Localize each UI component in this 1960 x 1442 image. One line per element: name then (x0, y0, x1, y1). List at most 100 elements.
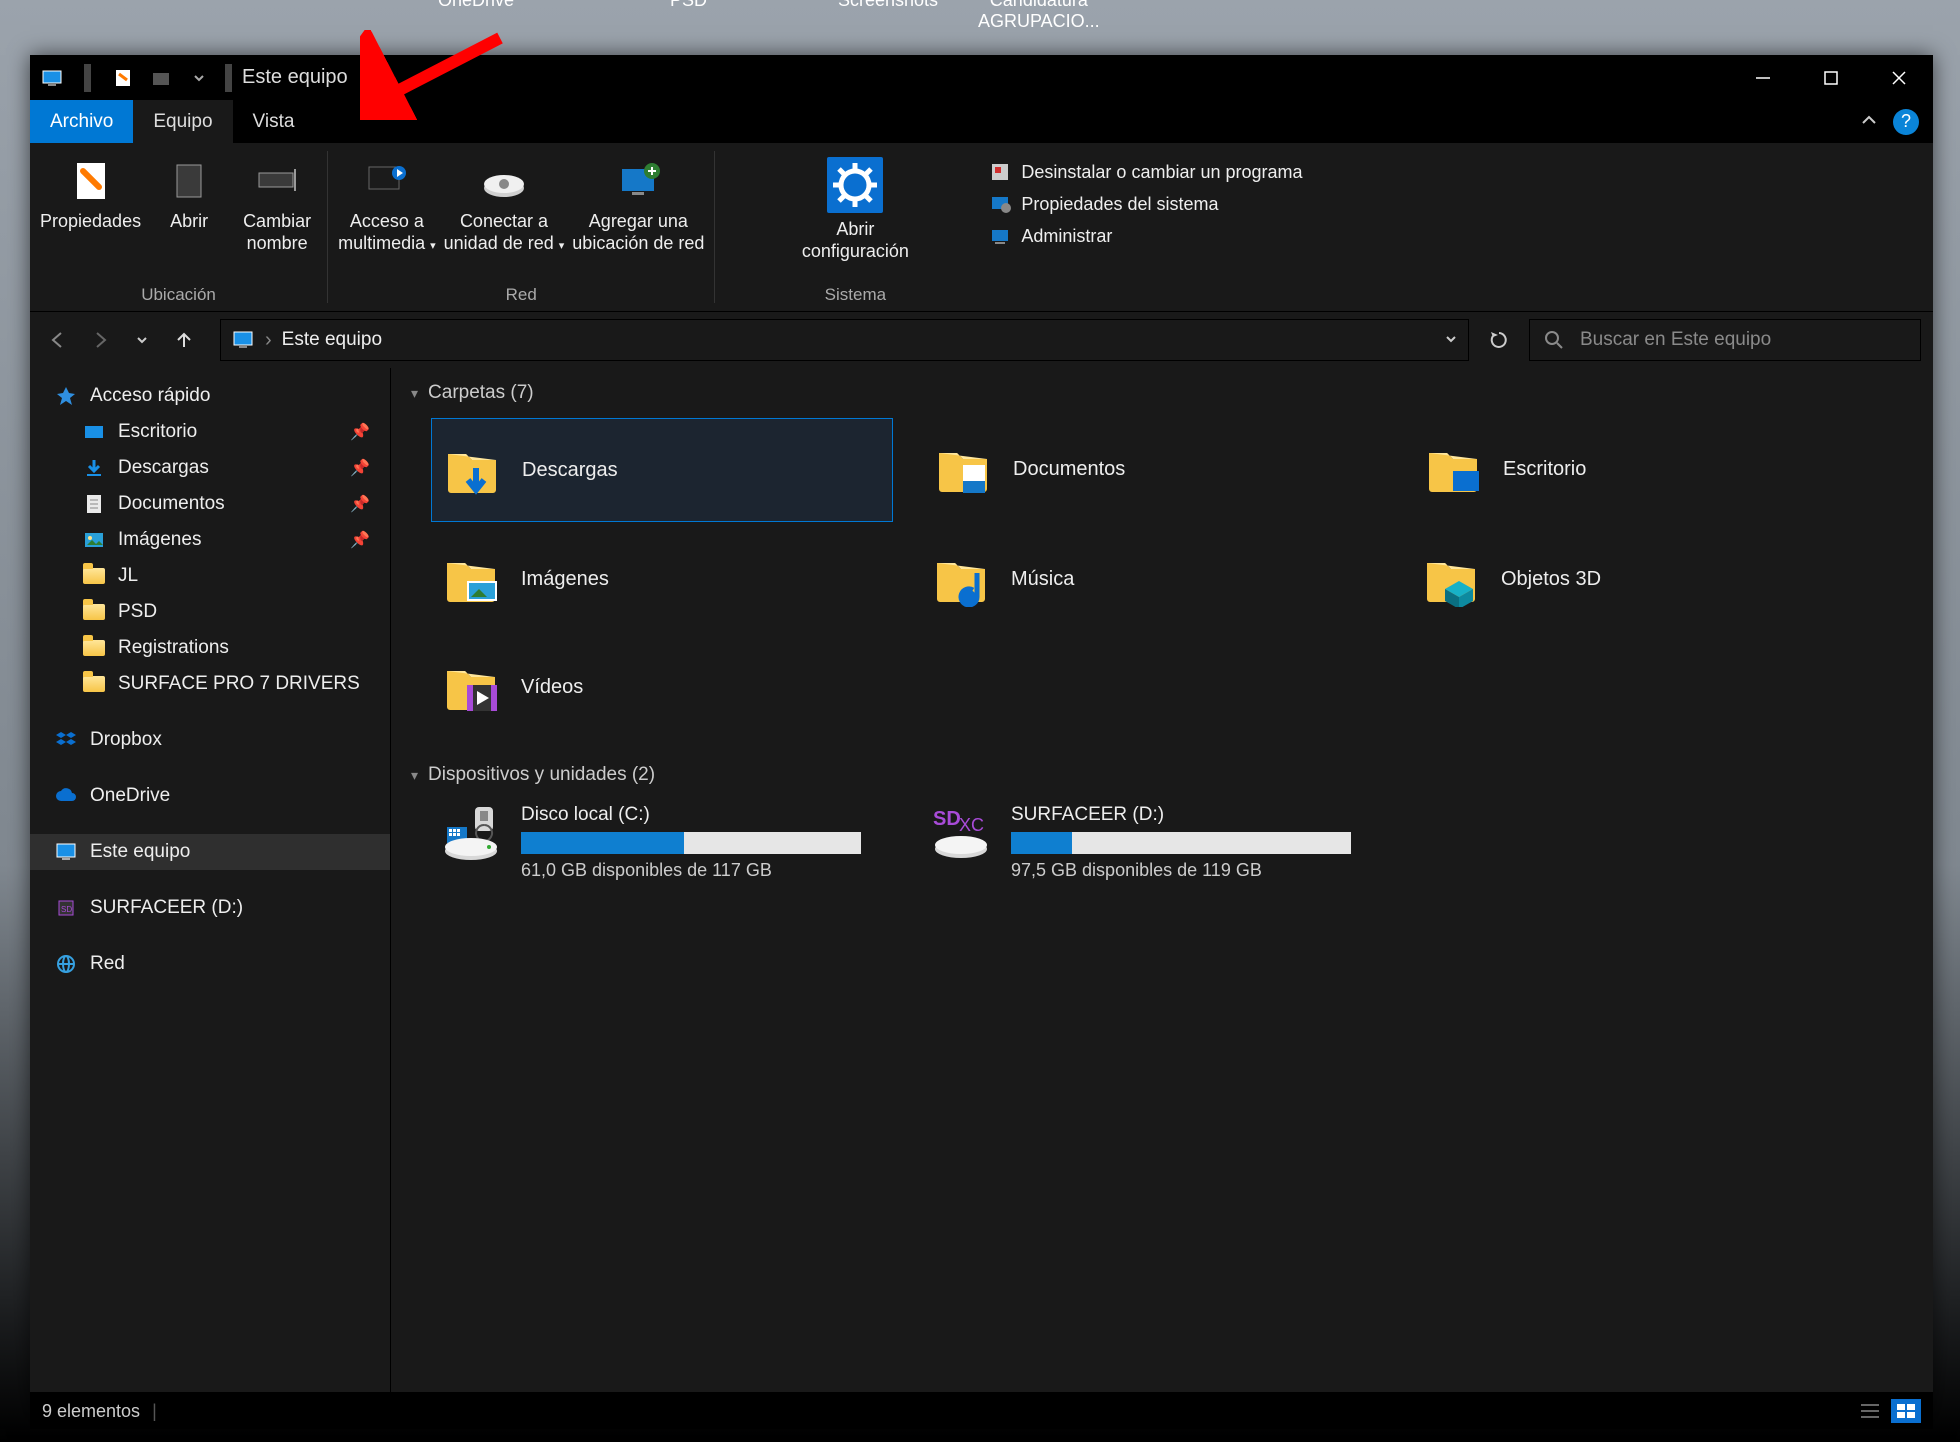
nav-row: › Este equipo (30, 312, 1933, 368)
folder-icon (441, 657, 501, 717)
details-view-button[interactable] (1855, 1399, 1885, 1423)
folder-item[interactable]: Imágenes (431, 528, 891, 630)
collapse-ribbon-icon[interactable] (1859, 110, 1879, 133)
help-icon[interactable]: ? (1893, 109, 1919, 135)
folder-item[interactable]: Escritorio (1413, 418, 1873, 520)
folder-icon (441, 549, 501, 609)
folder-item[interactable]: Vídeos (431, 636, 891, 738)
sidebar-quick-item[interactable]: Descargas📌 (30, 450, 390, 486)
group-label-network: Red (506, 279, 537, 307)
media-access-button[interactable]: Acceso a multimedia ▾ (338, 151, 436, 279)
desktop-icon[interactable]: Screenshots (838, 0, 938, 11)
system-properties-link[interactable]: Propiedades del sistema (989, 193, 1302, 215)
sidebar-quick-item[interactable]: Documentos📌 (30, 486, 390, 522)
status-item-count: 9 elementos (42, 1401, 140, 1422)
sidebar-quick-item[interactable]: JL (30, 558, 390, 594)
qat-customize-icon[interactable] (183, 62, 215, 94)
tab-view[interactable]: Vista (233, 100, 315, 143)
chevron-down-icon: ▾ (411, 385, 418, 402)
sdcard-icon: SD (54, 896, 78, 920)
folders-section-header[interactable]: ▾ Carpetas (7) (411, 376, 1913, 410)
sidebar-item-label: Documentos (118, 493, 225, 515)
folder-item[interactable]: Música (921, 528, 1381, 630)
drives-section-header[interactable]: ▾ Dispositivos y unidades (2) (411, 758, 1913, 792)
map-drive-button[interactable]: Conectar a unidad de red ▾ (444, 151, 565, 279)
sidebar-item-label: Escritorio (118, 421, 197, 443)
sidebar-quick-access[interactable]: Acceso rápido (30, 378, 390, 414)
breadcrumb[interactable]: Este equipo (282, 329, 382, 351)
back-button[interactable] (42, 324, 74, 356)
up-button[interactable] (168, 324, 200, 356)
sidebar-this-pc[interactable]: Este equipo (30, 834, 390, 870)
drive-icon: SDXC (931, 804, 993, 862)
drive-item[interactable]: SDXC SURFACEER (D:) 97,5 GB disponibles … (921, 800, 1381, 885)
sidebar-quick-item[interactable]: Escritorio 📌 (30, 414, 390, 450)
folder-label: Música (1011, 568, 1074, 591)
svg-text:XC: XC (959, 815, 984, 835)
group-label-system: Sistema (725, 279, 985, 307)
drive-label: Disco local (C:) (521, 804, 881, 826)
sidebar-quick-item[interactable]: Registrations (30, 630, 390, 666)
folder-icon (82, 600, 106, 624)
sidebar-network[interactable]: Red (30, 946, 390, 982)
sidebar-dropbox[interactable]: Dropbox (30, 722, 390, 758)
manage-link[interactable]: Administrar (989, 225, 1302, 247)
folder-item[interactable]: Documentos (923, 418, 1383, 520)
sidebar-onedrive[interactable]: OneDrive (30, 778, 390, 814)
tab-file[interactable]: Archivo (30, 100, 133, 143)
open-button[interactable]: Abrir (149, 151, 229, 279)
folder-item[interactable]: Objetos 3D (1411, 528, 1871, 630)
uninstall-program-link[interactable]: Desinstalar o cambiar un programa (989, 161, 1302, 183)
maximize-button[interactable] (1797, 55, 1865, 100)
history-dropdown[interactable] (126, 324, 158, 356)
minimize-button[interactable] (1729, 55, 1797, 100)
drive-free-text: 97,5 GB disponibles de 119 GB (1011, 860, 1371, 881)
pin-icon: 📌 (350, 422, 370, 442)
desktop-icon (82, 420, 106, 444)
sidebar-surfaceer-drive[interactable]: SD SURFACEER (D:) (30, 890, 390, 926)
drive-label: SURFACEER (D:) (1011, 804, 1371, 826)
address-bar[interactable]: › Este equipo (220, 319, 1469, 361)
qat-properties-icon[interactable] (107, 62, 139, 94)
cloud-icon (54, 784, 78, 808)
qat-new-folder-icon[interactable] (145, 62, 177, 94)
open-settings-button[interactable]: Abrir configuración (802, 151, 909, 262)
close-button[interactable] (1865, 55, 1933, 100)
drive-free-text: 61,0 GB disponibles de 117 GB (521, 860, 881, 881)
sidebar-quick-item[interactable]: SURFACE PRO 7 DRIVERS (30, 666, 390, 702)
folder-item[interactable]: Descargas (431, 418, 893, 522)
desktop-icon[interactable]: PSD (670, 0, 707, 11)
tiles-view-button[interactable] (1891, 1399, 1921, 1423)
sidebar-quick-item[interactable]: PSD (30, 594, 390, 630)
ribbon-group-location: Propiedades Abrir Cambiar nombre Ubicaci… (30, 143, 327, 311)
search-input[interactable] (1578, 328, 1906, 352)
sidebar-quick-item[interactable]: Imágenes 📌 (30, 522, 390, 558)
folder-icon (82, 672, 106, 696)
sidebar-item-label: Imágenes (118, 529, 201, 551)
desktop-icon[interactable]: Candidatura AGRUPACIO... (978, 0, 1100, 32)
desktop-icons-row: OneDrive PSD Screenshots Candidatura AGR… (0, 0, 1960, 40)
status-bar: 9 elementos | (30, 1392, 1933, 1429)
forward-button[interactable] (84, 324, 116, 356)
folder-icon (1421, 549, 1481, 609)
refresh-button[interactable] (1479, 320, 1519, 360)
pin-icon: 📌 (350, 530, 370, 550)
address-dropdown-icon[interactable] (1444, 329, 1458, 352)
drive-item[interactable]: Disco local (C:) 61,0 GB disponibles de … (431, 800, 891, 885)
folder-label: Objetos 3D (1501, 568, 1601, 591)
tab-computer[interactable]: Equipo (133, 100, 232, 143)
rename-button[interactable]: Cambiar nombre (237, 151, 317, 279)
file-explorer-window: Este equipo Archivo Equipo Vista ? (30, 55, 1933, 1429)
sidebar-item-label: JL (118, 565, 138, 587)
add-network-location-button[interactable]: Agregar una ubicación de red (572, 151, 704, 279)
qat-thispc-icon[interactable] (36, 62, 68, 94)
properties-button[interactable]: Propiedades (40, 151, 141, 279)
drive-usage-bar (521, 832, 861, 854)
drive-usage-bar (1011, 832, 1351, 854)
download-icon (82, 456, 106, 480)
desktop-icon[interactable]: OneDrive (438, 0, 514, 11)
folder-label: Documentos (1013, 458, 1125, 481)
doc-icon (82, 492, 106, 516)
folder-label: Vídeos (521, 676, 583, 699)
search-box[interactable] (1529, 319, 1921, 361)
